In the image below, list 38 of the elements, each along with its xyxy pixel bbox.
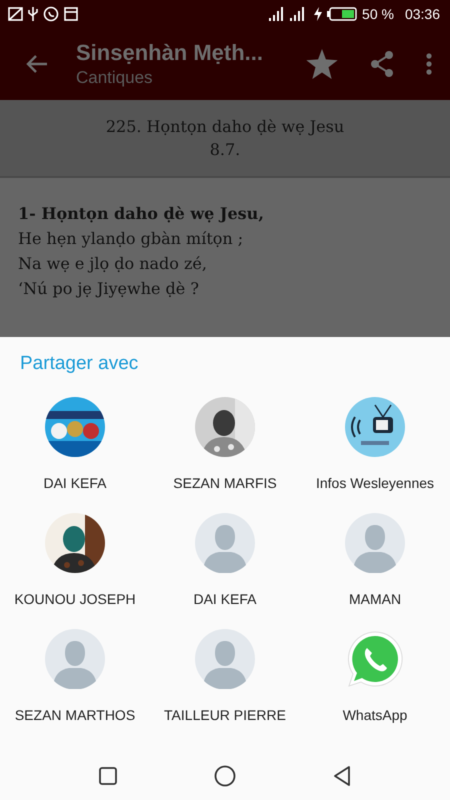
share-target-name[interactable]: TAILLEUR PIERRE — [164, 707, 286, 723]
song-meter: 8.7. — [210, 140, 240, 159]
share-target-name[interactable]: SEZAN MARTHOS — [14, 707, 136, 723]
phone-chat-icon — [43, 6, 59, 22]
lyric-line: ‘Nú po jẹ Jiyẹwhe ḍè ? — [18, 279, 200, 298]
battery-icon — [327, 7, 358, 21]
star-icon — [306, 49, 338, 79]
person-placeholder-icon — [195, 513, 255, 573]
person-placeholder-icon — [195, 629, 255, 689]
square-icon — [98, 767, 117, 785]
battery-percentage: 50 % — [362, 6, 394, 22]
calendar-icon — [64, 7, 78, 21]
triangle-back-icon — [333, 766, 352, 786]
phone-chat-bubble-icon — [345, 629, 405, 689]
share-target-name[interactable]: MAMAN — [348, 591, 402, 607]
back-arrow-icon — [26, 54, 48, 74]
share-target-name[interactable]: KOUNOU JOSEPH — [14, 591, 136, 607]
clock: 03:36 — [404, 6, 440, 22]
screen-icon — [8, 7, 23, 21]
person-placeholder-icon — [45, 629, 105, 689]
share-target-name[interactable]: SEZAN MARFIS — [173, 475, 277, 491]
share-target-name[interactable]: Infos Wesleyennes — [316, 475, 434, 491]
share-target-name[interactable]: WhatsApp — [342, 707, 408, 723]
circle-icon — [214, 765, 236, 787]
person-placeholder-icon — [345, 513, 405, 573]
charging-icon — [314, 7, 322, 21]
usb-icon — [28, 6, 38, 22]
verse-heading: 1- Họntọn daho ḍè wẹ Jesu, — [18, 204, 265, 223]
app-subtitle: Cantiques — [76, 68, 154, 88]
share-target-name[interactable]: DAI KEFA — [43, 475, 107, 491]
share-sheet-title: Partager avec — [20, 353, 140, 375]
song-title: 225. Họntọn daho ḍè wẹ Jesu — [106, 117, 344, 136]
share-icon — [370, 51, 394, 77]
lyric-line: He hẹn ylanḍo gbàn mítọn ; — [18, 229, 244, 248]
app-title: Sinsẹnhàn Mẹth... — [76, 40, 264, 66]
lyric-line: Na wẹ e jlọ ḍo nado zé, — [18, 254, 208, 273]
share-target-name[interactable]: DAI KEFA — [193, 591, 257, 607]
more-vertical-icon — [426, 53, 432, 75]
